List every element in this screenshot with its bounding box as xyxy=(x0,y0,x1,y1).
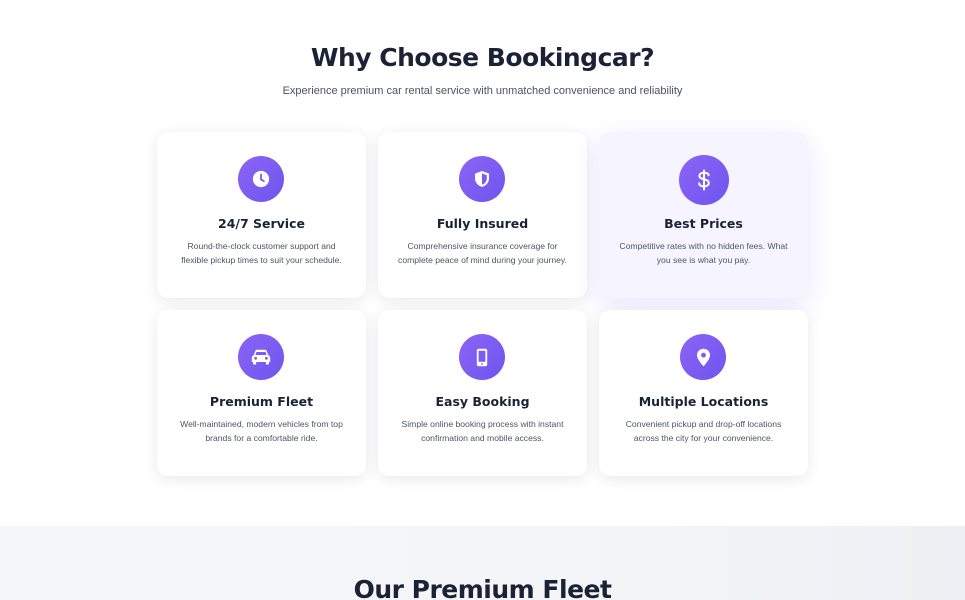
feature-card-fully-insured: Fully Insured Comprehensive insurance co… xyxy=(378,132,587,298)
feature-title: Premium Fleet xyxy=(209,394,314,409)
feature-description: Convenient pickup and drop-off locations… xyxy=(625,419,782,443)
feature-card-easy-booking: Easy Booking Simple online booking proce… xyxy=(378,310,587,476)
feature-card-best-prices: Best Prices Competitive rates with no hi… xyxy=(599,132,808,298)
section-subtitle: Experience premium car rental service wi… xyxy=(282,85,683,97)
map-pin-icon xyxy=(680,334,726,380)
shield-icon xyxy=(459,156,505,202)
feature-title: Best Prices xyxy=(664,216,743,231)
feature-description: Well-maintained, modern vehicles from to… xyxy=(180,419,343,443)
feature-title: Multiple Locations xyxy=(638,394,769,409)
why-choose-section: Why Choose Bookingcar? Experience premiu… xyxy=(0,0,965,526)
feature-title: Easy Booking xyxy=(435,394,530,409)
feature-description: Comprehensive insurance coverage for com… xyxy=(398,241,567,265)
dollar-icon xyxy=(679,155,729,205)
feature-card-multiple-locations: Multiple Locations Convenient pickup and… xyxy=(599,310,808,476)
feature-card-premium-fleet: Premium Fleet Well-maintained, modern ve… xyxy=(157,310,366,476)
clock-icon xyxy=(238,156,284,202)
feature-description: Round-the-clock customer support and fle… xyxy=(181,241,342,265)
car-icon xyxy=(238,334,284,380)
feature-description: Competitive rates with no hidden fees. W… xyxy=(619,241,788,265)
premium-fleet-section: Our Premium Fleet xyxy=(0,526,965,600)
feature-description: Simple online booking process with insta… xyxy=(401,419,564,443)
smartphone-icon xyxy=(459,334,505,380)
fleet-section-title: Our Premium Fleet xyxy=(353,575,612,600)
feature-card-24-7-service: 24/7 Service Round-the-clock customer su… xyxy=(157,132,366,298)
section-title: Why Choose Bookingcar? xyxy=(310,43,655,72)
feature-title: Fully Insured xyxy=(436,216,529,231)
feature-title: 24/7 Service xyxy=(218,216,305,231)
